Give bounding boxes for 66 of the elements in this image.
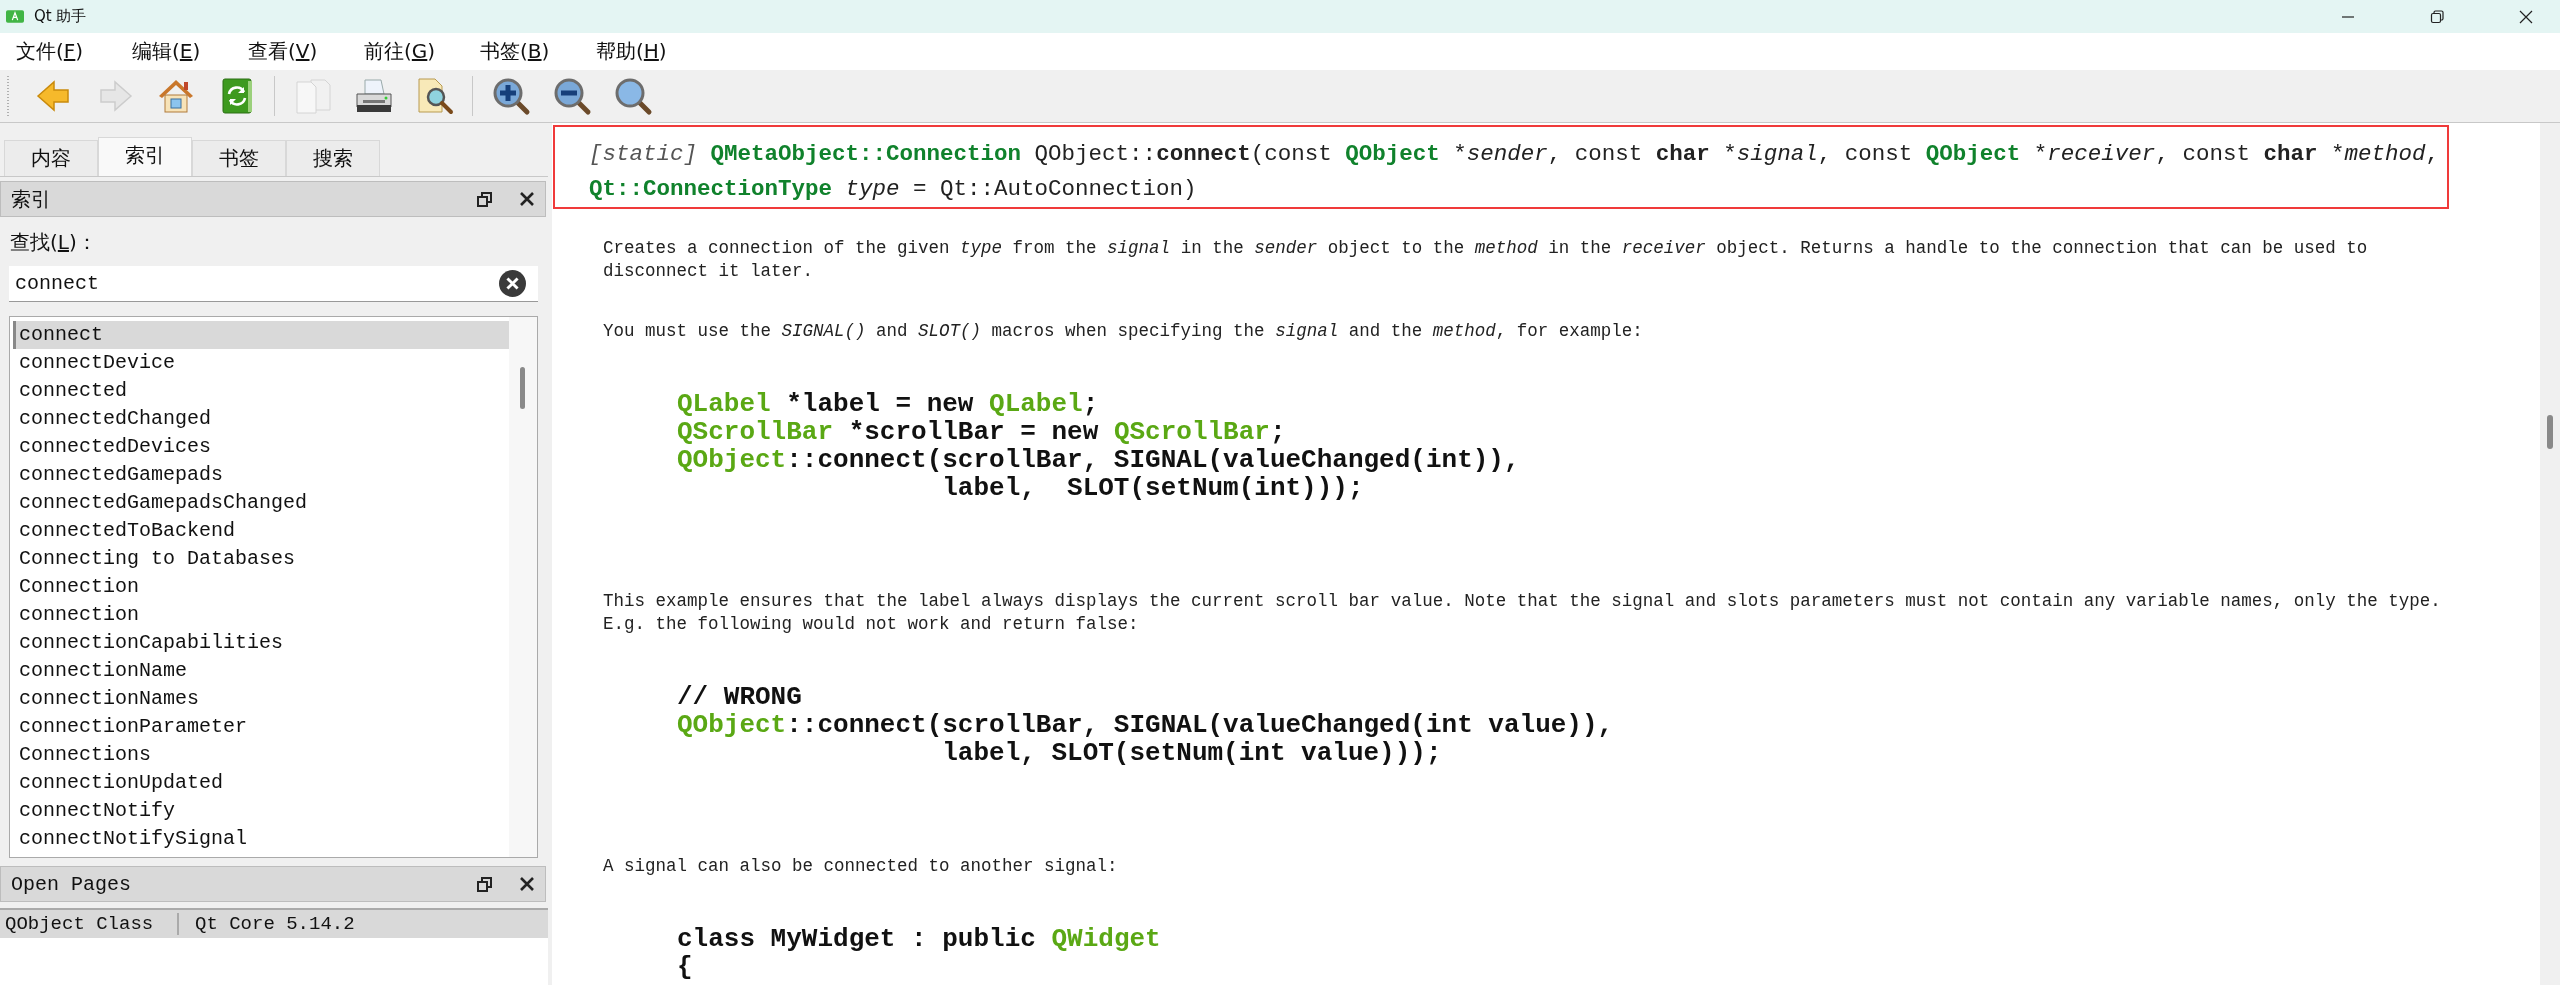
index-item[interactable]: connectNotifySignal <box>13 825 509 853</box>
index-item[interactable]: connectNotify <box>13 797 509 825</box>
index-item[interactable]: connect <box>13 321 509 349</box>
index-item[interactable]: connection <box>13 601 509 629</box>
index-item[interactable]: Connecting to Databases <box>13 545 509 573</box>
scrollbar[interactable] <box>2547 415 2553 449</box>
index-item[interactable]: connectionNames <box>13 685 509 713</box>
index-item[interactable]: connectionUpdated <box>13 769 509 797</box>
panel-tab[interactable]: 索引 <box>98 137 192 176</box>
scrollbar[interactable] <box>520 367 525 409</box>
index-item[interactable]: connected <box>13 377 509 405</box>
window-title: Qt 助手 <box>34 7 87 26</box>
open-page-row[interactable]: QObject Class Qt Core 5.14.2 <box>0 908 548 938</box>
panel-tab[interactable]: 书签 <box>192 140 286 176</box>
close-icon[interactable] <box>2518 8 2534 25</box>
code-line: class MyWidget : public QWidget <box>677 925 1162 953</box>
paragraph: This example ensures that the label always displays the current scroll bar value. Note that the signal and slots parameters must not contain any variable names, only the type. E.g. the following would not work and return false: <box>602 590 2442 636</box>
toolbar-grip-icon <box>6 76 10 116</box>
code-line: QObject::connect(scrollBar, SIGNAL(valueChanged(int)), <box>677 446 1521 474</box>
menu-item[interactable]: 前往(G) <box>364 38 480 65</box>
table-cell: QObject Class <box>0 913 179 935</box>
restore-icon[interactable] <box>2429 8 2445 25</box>
paragraph: Creates a connection of the given type from the signal in the sender object to the method in the receiver object. Returns a handle to the connection that can be used to disconnect it later. <box>602 237 2369 283</box>
index-item[interactable]: connectedChanged <box>13 405 509 433</box>
document-magnifier-icon[interactable] <box>415 76 455 116</box>
code-line: QScrollBar *scrollBar = new QScrollBar; <box>677 418 1287 446</box>
code-line: label, SLOT(setNum(int value))); <box>941 739 1443 767</box>
index-item[interactable]: connectionParameter <box>13 713 509 741</box>
code-line: QLabel *label = new QLabel; <box>677 390 1100 418</box>
index-item[interactable]: connectDevice <box>13 349 509 377</box>
code-line: label, SLOT(setNum(int))); <box>941 474 1365 502</box>
search-field[interactable]: connect <box>9 266 538 302</box>
index-item[interactable]: connectedGamepads <box>13 461 509 489</box>
dock-title: 索引 <box>11 185 51 213</box>
zoom-out-icon[interactable] <box>552 76 592 116</box>
close-icon[interactable] <box>519 191 535 207</box>
paragraph: A signal can also be connected to another signal: <box>602 855 1119 878</box>
index-item[interactable]: connectedGamepadsChanged <box>13 489 509 517</box>
close-icon[interactable] <box>519 876 535 892</box>
app-icon <box>6 10 24 23</box>
float-icon[interactable] <box>477 191 493 207</box>
code-line: QObject::connect(scrollBar, SIGNAL(valueChanged(int value)), <box>677 711 1615 739</box>
index-item[interactable]: connectionName <box>13 657 509 685</box>
zoom-in-icon[interactable] <box>491 76 531 116</box>
paragraph: You must use the SIGNAL() and SLOT() macros when specifying the signal and the method, for example: <box>602 320 1644 343</box>
menu-item[interactable]: 书签(B) <box>480 38 596 65</box>
menu-item[interactable]: 编辑(E) <box>132 38 248 65</box>
panel-tab[interactable]: 搜索 <box>286 140 380 176</box>
code-line: // WRONG <box>677 683 803 711</box>
dock-title: Open Pages <box>11 872 132 896</box>
function-signature: [static] QMetaObject::Connection QObject::connect(const QObject *sender, const char *signal, const QObject *receiver, const char *method, Qt::ConnectionType type = Qt::AutoConnection) <box>589 140 2440 204</box>
code-line: { <box>677 953 694 981</box>
index-item[interactable]: Connections <box>13 741 509 769</box>
index-item[interactable]: connectedToBackend <box>13 517 509 545</box>
index-item[interactable]: connectedDevices <box>13 433 509 461</box>
table-cell-text: Qt Core 5.14.2 <box>194 913 355 935</box>
magnifier-icon[interactable] <box>613 76 653 116</box>
search-label: 查找(L)： <box>10 229 98 256</box>
panel-tab[interactable]: 内容 <box>4 140 98 176</box>
menu-item[interactable]: 文件(F) <box>16 38 132 65</box>
clear-icon[interactable] <box>499 270 526 297</box>
menu-item[interactable]: 查看(V) <box>248 38 364 65</box>
index-item[interactable]: connectionCapabilities <box>13 629 509 657</box>
float-icon[interactable] <box>477 876 493 892</box>
menu-item[interactable]: 帮助(H) <box>596 38 712 65</box>
index-item[interactable]: Connection <box>13 573 509 601</box>
